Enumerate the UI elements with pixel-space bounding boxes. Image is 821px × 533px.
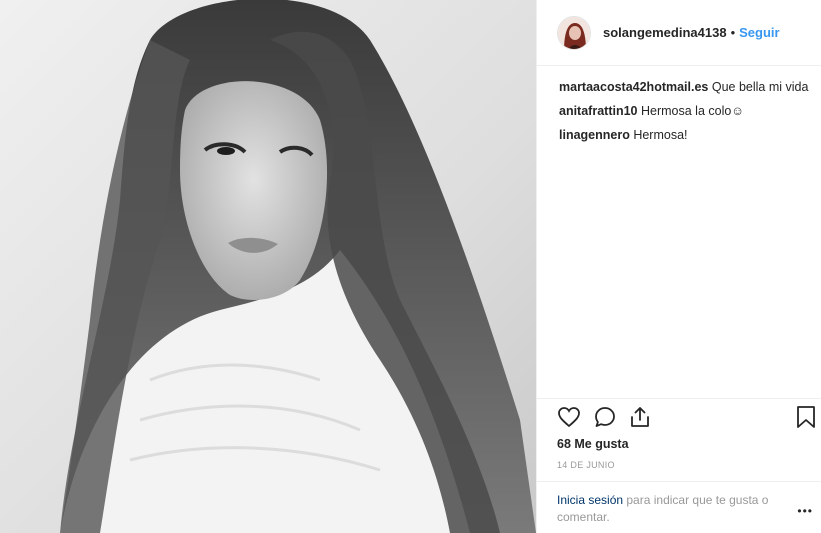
comment-username[interactable]: martaacosta42hotmail.es — [559, 80, 708, 94]
follow-button[interactable]: Seguir — [739, 25, 779, 40]
post-date[interactable]: 14 DE JUNIO — [557, 460, 615, 470]
avatar-image — [558, 16, 590, 49]
portrait-image — [0, 0, 536, 533]
more-options-button[interactable]: ••• — [797, 504, 813, 518]
comment-item: anitafrattin10 Hermosa la colo☺ — [559, 102, 821, 120]
login-prompt: Inicia sesión para indicar que te gusta … — [537, 481, 821, 533]
comment-username[interactable]: linagennero — [559, 128, 630, 142]
author-username[interactable]: solangemedina4138 — [603, 25, 727, 40]
heart-icon[interactable] — [557, 405, 581, 432]
comment-username[interactable]: anitafrattin10 — [559, 104, 638, 118]
avatar[interactable] — [557, 15, 591, 50]
separator-dot: • — [730, 25, 736, 40]
comment-text: Hermosa la colo☺ — [640, 104, 745, 118]
post-sidebar: solangemedina4138 • Seguir martaacosta42… — [536, 0, 821, 533]
comments-list: martaacosta42hotmail.es Que bella mi vid… — [537, 66, 821, 144]
login-link[interactable]: Inicia sesión — [557, 493, 623, 507]
action-bar — [537, 398, 821, 436]
comment-item: martaacosta42hotmail.es Que bella mi vid… — [559, 78, 821, 96]
post-header: solangemedina4138 • Seguir — [537, 0, 821, 66]
comment-bubble-icon[interactable] — [593, 405, 617, 432]
comment-text: Hermosa! — [633, 128, 688, 142]
share-icon[interactable] — [628, 405, 652, 432]
instagram-post: solangemedina4138 • Seguir martaacosta42… — [0, 0, 821, 533]
post-photo[interactable] — [0, 0, 536, 533]
bookmark-icon[interactable] — [795, 405, 817, 432]
comment-text: Que bella mi vida — [711, 80, 809, 94]
comment-item: linagennero Hermosa! — [559, 126, 821, 144]
likes-count[interactable]: 68 Me gusta — [557, 437, 629, 451]
